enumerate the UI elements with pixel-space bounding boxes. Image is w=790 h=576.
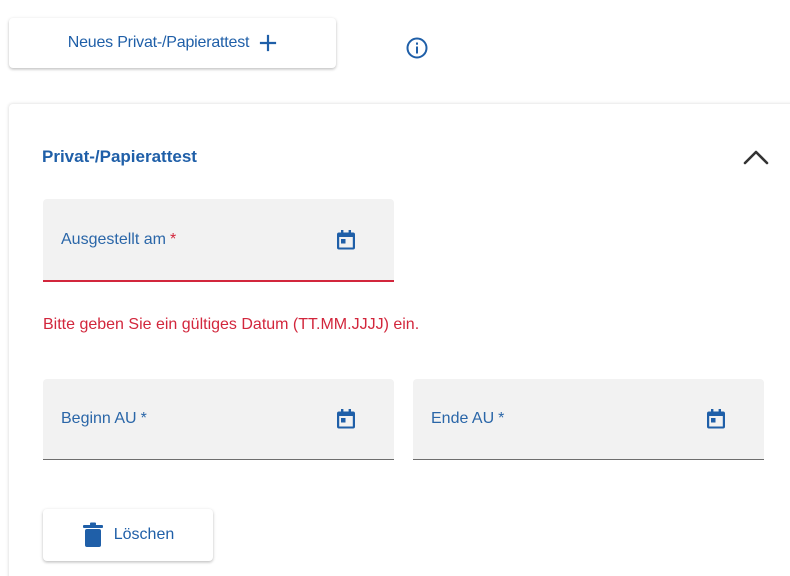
issued-date-error: Bitte geben Sie ein gültiges Datum (TT.M…	[43, 316, 420, 333]
plus-icon	[260, 34, 277, 52]
start-date-label: Beginn AU *	[61, 410, 147, 427]
new-attest-button[interactable]: Neues Privat-/Papierattest	[9, 18, 336, 68]
delete-button[interactable]: Löschen	[43, 509, 213, 561]
issued-date-field[interactable]: Ausgestellt am *	[43, 199, 394, 282]
chevron-up-icon[interactable]	[741, 142, 771, 172]
end-date-field[interactable]: Ende AU *	[413, 379, 764, 460]
page: Neues Privat-/Papierattest Privat-/Papie…	[0, 0, 790, 576]
end-date-label: Ende AU *	[431, 410, 505, 427]
calendar-icon[interactable]	[704, 407, 728, 431]
attest-card: Privat-/Papierattest	[9, 104, 790, 576]
calendar-icon[interactable]	[334, 407, 358, 431]
start-date-field[interactable]: Beginn AU *	[43, 379, 394, 460]
calendar-icon[interactable]	[334, 228, 358, 252]
issued-date-label: Ausgestellt am *	[61, 230, 177, 248]
info-icon[interactable]	[405, 36, 429, 60]
delete-button-label: Löschen	[113, 526, 175, 543]
card-title: Privat-/Papierattest	[42, 147, 197, 166]
new-attest-button-label: Neues Privat-/Papierattest	[67, 34, 250, 51]
trash-icon	[82, 522, 103, 547]
